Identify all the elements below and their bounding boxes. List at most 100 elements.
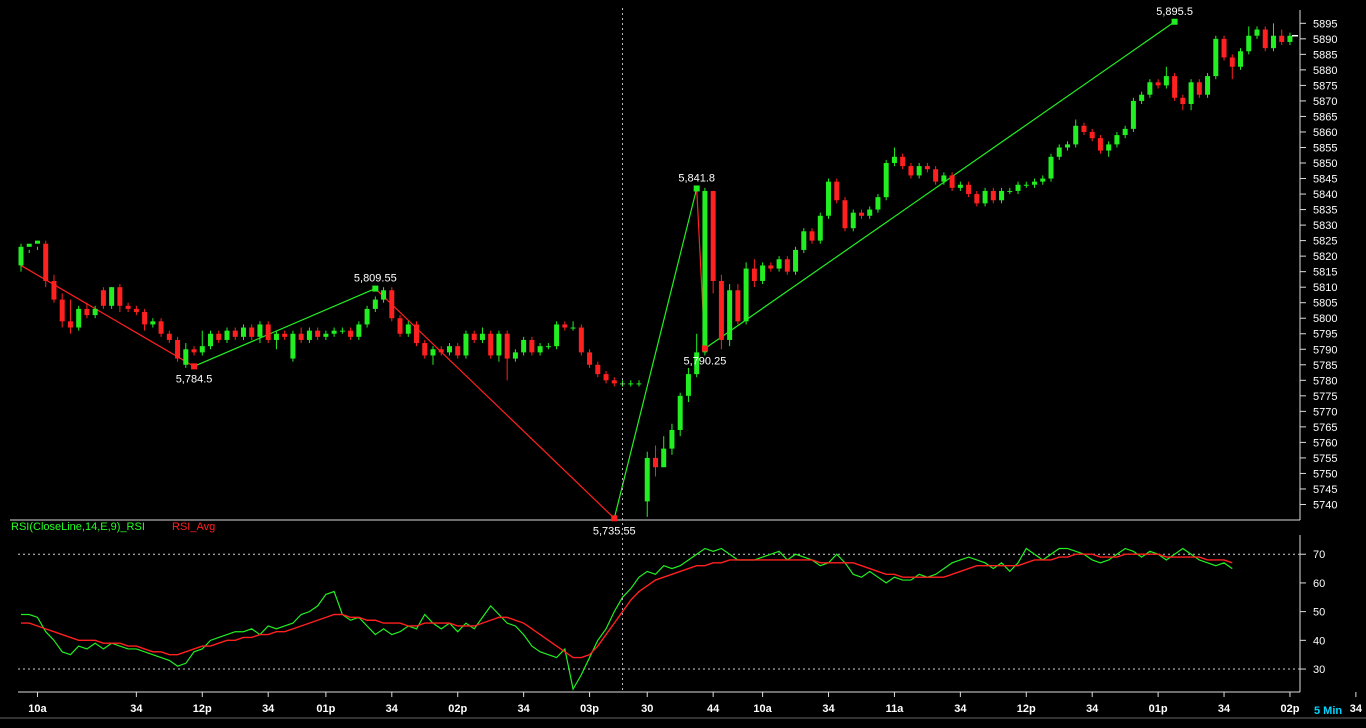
candle-body bbox=[611, 380, 617, 384]
time-tick-label: 12p bbox=[193, 703, 212, 715]
candle-body bbox=[1064, 144, 1070, 148]
candle-body bbox=[793, 249, 799, 272]
candle-body bbox=[900, 156, 906, 167]
candle-body bbox=[1246, 35, 1252, 52]
indicator-rsi-avg-label: RSI_Avg bbox=[172, 521, 215, 533]
price-tick-label: 5835 bbox=[1313, 205, 1337, 217]
candle-body bbox=[364, 308, 370, 325]
candle-body bbox=[34, 240, 40, 244]
candle-body bbox=[18, 246, 24, 266]
candle-body bbox=[685, 374, 691, 396]
time-tick-label: 34 bbox=[1218, 703, 1231, 715]
pivot-label: 5,784.5 bbox=[176, 373, 213, 385]
candle-body bbox=[1073, 125, 1079, 145]
price-tick-label: 5825 bbox=[1313, 236, 1337, 248]
time-tick-label: 34 bbox=[822, 703, 835, 715]
candle-body bbox=[150, 321, 156, 325]
price-tick-label: 5775 bbox=[1313, 391, 1337, 403]
candle-body bbox=[628, 383, 634, 385]
candle-body bbox=[850, 212, 856, 229]
candle-body bbox=[142, 312, 148, 325]
candle-body bbox=[1172, 76, 1178, 98]
candle-body bbox=[999, 190, 1005, 201]
pivot-marker bbox=[701, 345, 708, 352]
price-tick-label: 5770 bbox=[1313, 406, 1337, 418]
candle-body bbox=[1163, 76, 1169, 86]
candle-body bbox=[1139, 94, 1145, 101]
time-tick-label: 03p bbox=[580, 703, 599, 715]
time-tick-label: 01p bbox=[1149, 703, 1168, 715]
candle-body bbox=[1130, 100, 1136, 129]
candle-body bbox=[941, 175, 947, 182]
candle-body bbox=[92, 308, 98, 316]
price-tick-label: 5805 bbox=[1313, 298, 1337, 310]
price-tick-label: 5850 bbox=[1313, 158, 1337, 170]
candle-body bbox=[1147, 82, 1153, 95]
candle-body bbox=[1270, 35, 1276, 49]
candle-body bbox=[59, 299, 65, 322]
candle-body bbox=[479, 333, 485, 340]
candle-body bbox=[562, 324, 568, 328]
candle-body bbox=[669, 429, 675, 449]
time-tick-label: 30 bbox=[641, 703, 653, 715]
rsi-tick-label: 30 bbox=[1313, 664, 1325, 676]
candle-body bbox=[183, 349, 189, 365]
candle-body bbox=[891, 156, 897, 164]
candle-body bbox=[1056, 147, 1062, 157]
candle-body bbox=[257, 324, 263, 337]
candle-body bbox=[356, 324, 362, 337]
candle-body bbox=[768, 265, 774, 269]
candle-body bbox=[339, 330, 345, 332]
candle-body bbox=[191, 349, 197, 353]
candle-body bbox=[1287, 35, 1293, 42]
price-tick-label: 5755 bbox=[1313, 453, 1337, 465]
candle-body bbox=[809, 231, 815, 241]
candle-body bbox=[446, 346, 452, 353]
candle-body bbox=[776, 259, 782, 269]
pivot-marker bbox=[693, 185, 700, 192]
candle-body bbox=[652, 457, 658, 468]
candle-body bbox=[661, 448, 667, 468]
candle-body bbox=[26, 243, 32, 247]
time-tick-label: 02p bbox=[448, 703, 467, 715]
candle-body bbox=[982, 190, 988, 204]
candle-body bbox=[916, 166, 922, 176]
candle-body bbox=[710, 190, 716, 281]
candle-body bbox=[578, 327, 584, 353]
candle-body bbox=[414, 324, 420, 344]
candle-body bbox=[166, 333, 172, 340]
candle-body bbox=[315, 330, 321, 337]
candle-body bbox=[438, 349, 444, 353]
price-tick-label: 5865 bbox=[1313, 111, 1337, 123]
price-chart[interactable]: 5,784.5 5,809.55 5,735.55 5,841.8 5,790.25 5,… bbox=[0, 0, 1366, 728]
price-tick-label: 5765 bbox=[1313, 422, 1337, 434]
candle-body bbox=[760, 265, 766, 281]
candle-body bbox=[1097, 138, 1103, 151]
candle-body bbox=[84, 308, 90, 316]
candle-body bbox=[1262, 29, 1268, 49]
candle-body bbox=[389, 290, 395, 319]
price-tick-label: 5815 bbox=[1313, 267, 1337, 279]
candle-body bbox=[265, 324, 271, 340]
time-tick-label: 34 bbox=[386, 703, 399, 715]
price-tick-label: 5855 bbox=[1313, 142, 1337, 154]
pivot-marker bbox=[1171, 18, 1178, 25]
candle-body bbox=[1254, 29, 1260, 36]
time-tick-label: 10a bbox=[28, 703, 47, 715]
candle-body bbox=[1015, 184, 1021, 191]
rsi-tick-label: 70 bbox=[1313, 549, 1325, 561]
time-tick-label: 34 bbox=[518, 703, 531, 715]
candle-body bbox=[1040, 178, 1046, 182]
timeframe-label[interactable]: 5 Min bbox=[1314, 705, 1342, 717]
candle-body bbox=[208, 333, 214, 347]
candle-body bbox=[1032, 181, 1038, 185]
candle-body bbox=[133, 308, 139, 313]
candle-body bbox=[51, 280, 57, 300]
candle-body bbox=[463, 333, 469, 356]
candle-body bbox=[1196, 82, 1202, 95]
candle-body bbox=[545, 346, 551, 348]
price-tick-label: 5840 bbox=[1313, 189, 1337, 201]
candle-body bbox=[290, 333, 296, 359]
candle-body bbox=[1221, 38, 1227, 58]
pivot-label: 5,735.55 bbox=[593, 525, 636, 537]
